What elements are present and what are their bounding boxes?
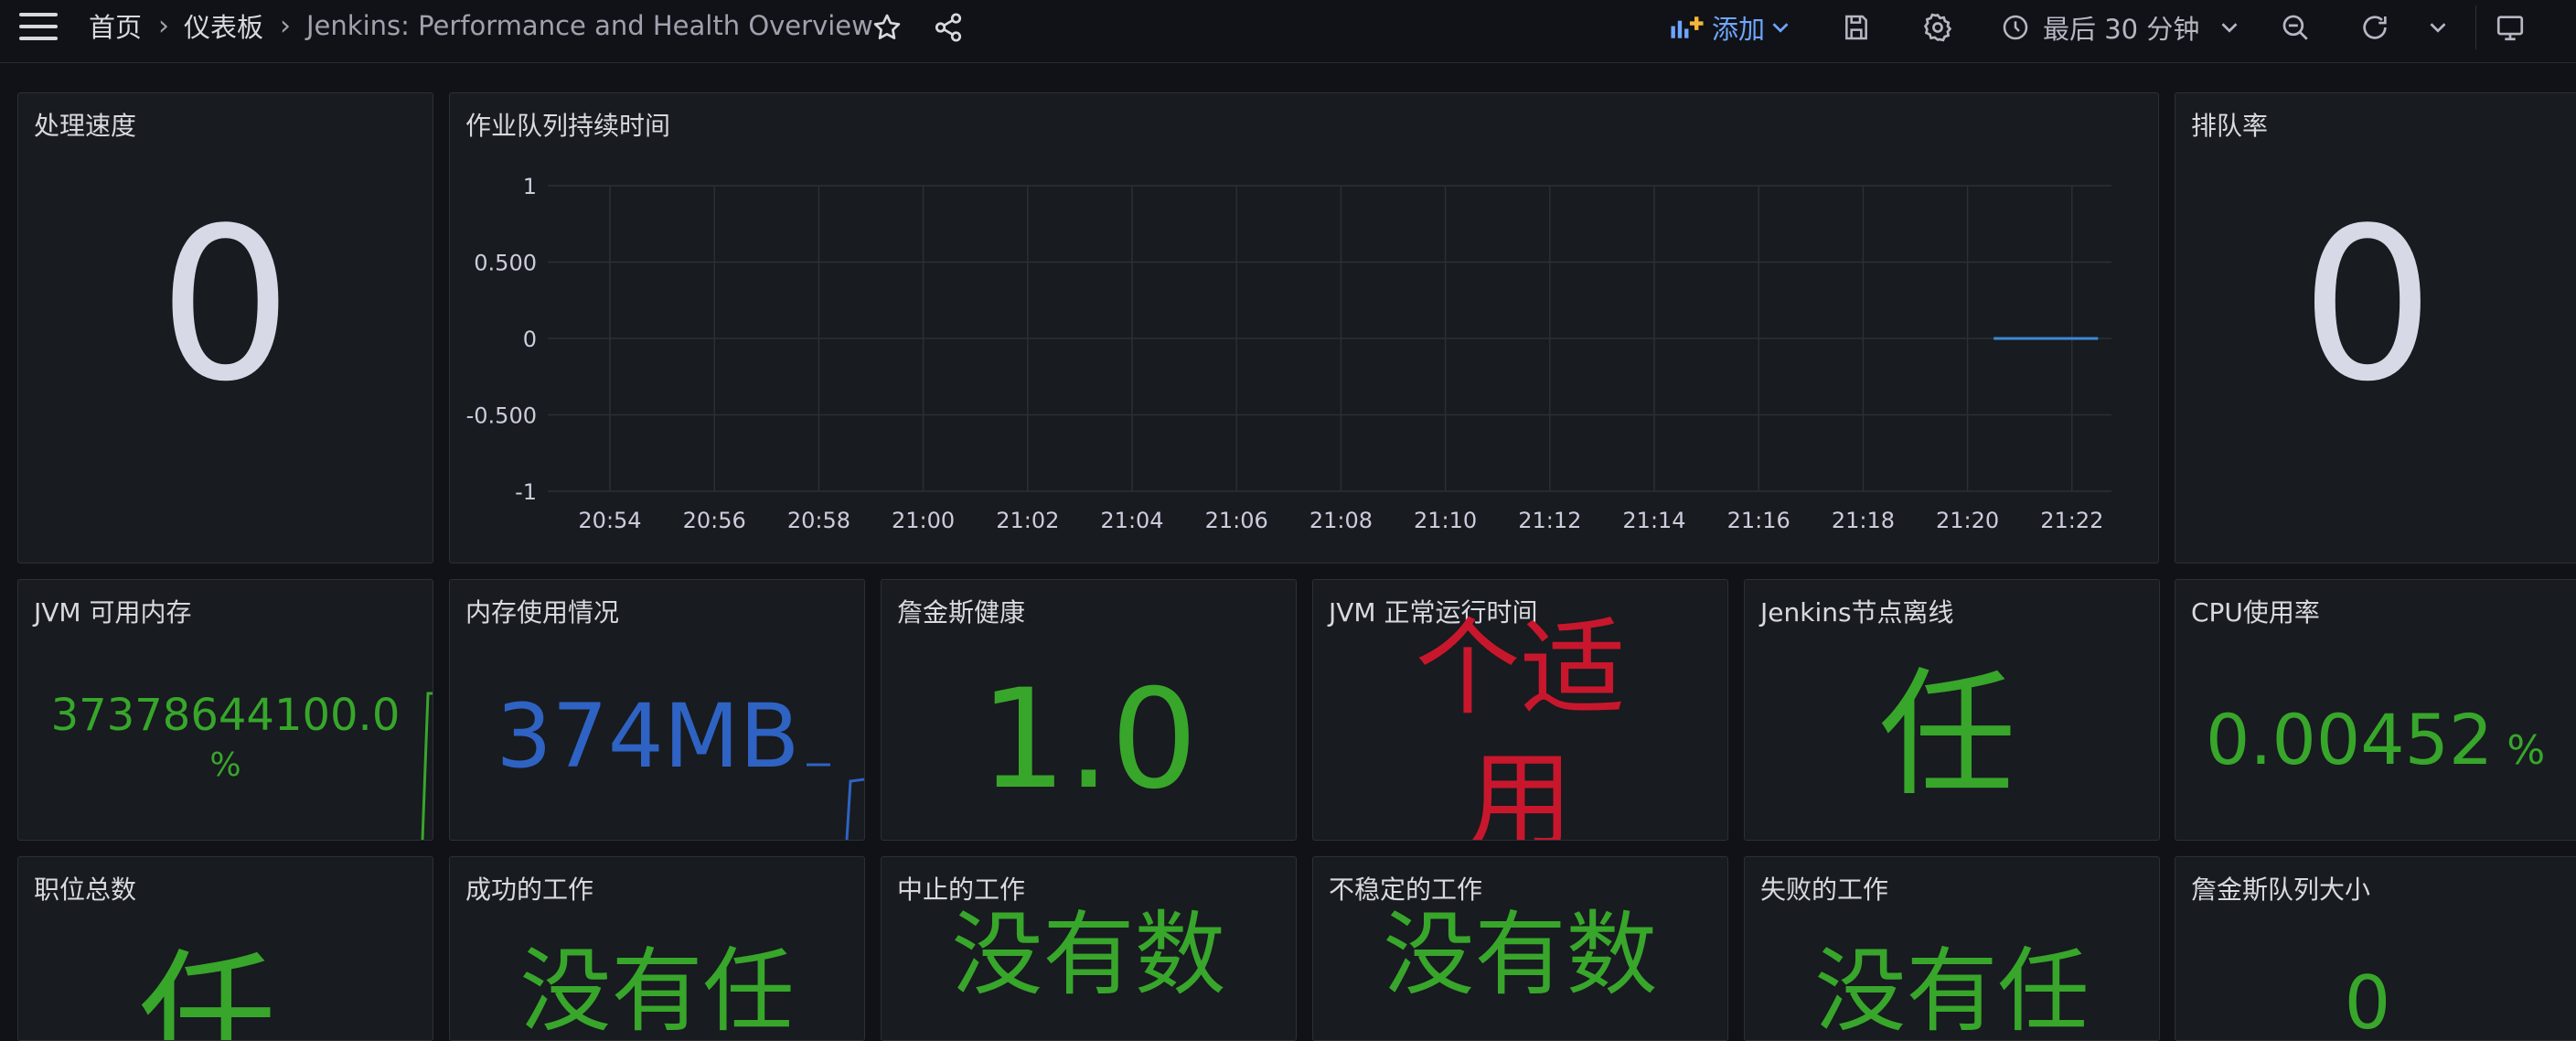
panel-memory-usage[interactable]: 内存使用情况 374MB xyxy=(449,579,865,841)
stat-value: 1.0 xyxy=(979,660,1198,820)
panel-queue-size[interactable]: 詹金斯队列大小 0 xyxy=(2175,856,2576,1041)
y-tick-label: 0.500 xyxy=(474,251,537,276)
menu-icon[interactable] xyxy=(18,13,59,40)
zoom-out-icon[interactable] xyxy=(2275,7,2315,48)
x-tick-label: 21:02 xyxy=(996,508,1059,533)
y-tick-label: -1 xyxy=(515,479,537,505)
stat-value: 0 xyxy=(2300,184,2435,428)
time-series-chart: 1 0.500 0 -0.500 -1 20:54 20:56 20:58 21:00 21:02… xyxy=(466,174,2111,533)
panel-jobs-success[interactable]: 成功的工作 没有任 xyxy=(449,856,865,1041)
x-tick-label: 20:58 xyxy=(787,508,850,533)
stat-value-line1: 个适 xyxy=(1415,607,1626,730)
stat-value: 0.00452 xyxy=(2206,699,2494,780)
chevron-right-icon: › xyxy=(158,9,169,42)
chevron-down-icon xyxy=(2221,23,2238,33)
stat-value: 没有数 xyxy=(1383,901,1658,1008)
panel-title: 詹金斯健康 xyxy=(897,597,1026,628)
top-navbar: 首页 › 仪表板 › Jenkins: Performance and Heal… xyxy=(0,0,2576,63)
panel-processing-speed[interactable]: 处理速度 0 xyxy=(17,92,433,563)
stat-value: 37378644100.0 xyxy=(50,690,401,741)
stat-value-group: 0.00452 % xyxy=(2206,699,2545,780)
gear-icon[interactable] xyxy=(1918,7,1958,48)
add-label: 添加 xyxy=(1712,14,1766,45)
stat-value: 没有任 xyxy=(1814,938,2090,1041)
y-tick-label: -0.500 xyxy=(466,403,537,429)
panel-nodes-offline[interactable]: Jenkins节点离线 任 xyxy=(1744,579,2160,841)
breadcrumb-dashboards[interactable]: 仪表板 xyxy=(184,7,263,44)
stat-value-line2: 用 xyxy=(1467,740,1573,841)
panel-jobs-failed[interactable]: 失败的工作 没有任 xyxy=(1744,856,2160,1041)
x-tick-label: 21:10 xyxy=(1414,508,1477,533)
panel-title: 詹金斯队列大小 xyxy=(2191,875,2371,905)
page-title: Jenkins: Performance and Health Overview xyxy=(306,10,873,41)
chevron-down-icon[interactable] xyxy=(2418,7,2458,48)
toolbar-divider xyxy=(2475,5,2476,49)
y-tick-label: 1 xyxy=(523,174,537,199)
breadcrumb-home[interactable]: 首页 xyxy=(89,7,142,44)
stat-value: 没有任 xyxy=(519,938,795,1041)
panel-title: 处理速度 xyxy=(34,111,137,141)
panel-queue-rate[interactable]: 排队率 0 xyxy=(2175,92,2576,563)
star-icon[interactable] xyxy=(867,7,907,48)
panel-title: 内存使用情况 xyxy=(465,597,620,628)
stat-unit: % xyxy=(2507,727,2546,774)
time-range-picker[interactable]: 最后 30 分钟 xyxy=(2001,7,2238,48)
stat-value: 没有数 xyxy=(951,901,1226,1008)
y-tick-label: 0 xyxy=(523,327,537,352)
x-tick-label: 21:08 xyxy=(1309,508,1373,533)
panel-title: CPU使用率 xyxy=(2191,597,2320,628)
x-tick-label: 21:06 xyxy=(1205,508,1268,533)
panel-title: Jenkins节点离线 xyxy=(1760,593,1961,629)
panel-jenkins-health[interactable]: 詹金斯健康 1.0 xyxy=(881,579,1297,841)
panel-title: 排队率 xyxy=(2191,111,2269,141)
panel-title: 职位总数 xyxy=(34,870,144,907)
x-tick-label: 20:56 xyxy=(683,508,746,533)
panel-title: 失败的工作 xyxy=(1760,875,1889,905)
chevron-right-icon: › xyxy=(280,9,291,42)
add-chart-icon xyxy=(1671,16,1704,38)
panel-title: 成功的工作 xyxy=(465,875,594,905)
x-tick-label: 21:20 xyxy=(1936,508,1999,533)
x-tick-label: 20:54 xyxy=(578,508,641,533)
share-icon[interactable] xyxy=(928,7,968,48)
x-tick-label: 21:12 xyxy=(1518,508,1581,533)
panel-jvm-free-memory[interactable]: JVM 可用内存 37378644100.0 % xyxy=(17,579,433,841)
chevron-down-icon xyxy=(1772,23,1789,33)
add-panel-button[interactable]: 添加 xyxy=(1670,7,1789,48)
time-range-label: 最后 30 分钟 xyxy=(2043,14,2200,45)
panel-jobs-total[interactable]: 职位总数 任 xyxy=(17,856,433,1041)
stat-value: 0 xyxy=(158,184,293,428)
panel-jobs-aborted[interactable]: 中止的工作 没有数 xyxy=(881,856,1297,1041)
panel-title: JVM 可用内存 xyxy=(34,597,192,628)
sparkline xyxy=(421,692,433,840)
x-tick-label: 21:16 xyxy=(1727,508,1790,533)
save-icon[interactable] xyxy=(1836,7,1876,48)
sparkline xyxy=(807,763,864,840)
panel-jvm-uptime[interactable]: JVM 正常运行时间 个适 用 xyxy=(1312,579,1728,841)
stat-value: 任 xyxy=(1878,656,2016,815)
panel-queue-duration[interactable]: 作业队列持续时间 1 0.500 0 -0.500 -1 20:54 20:56 20:58 2… xyxy=(449,92,2159,563)
panel-jobs-unstable[interactable]: 不稳定的工作 没有数 xyxy=(1312,856,1728,1041)
stat-value: 374MB xyxy=(496,685,800,788)
stat-value: 0 xyxy=(2344,961,2391,1041)
refresh-icon[interactable] xyxy=(2355,7,2395,48)
x-tick-label: 21:22 xyxy=(2040,508,2103,533)
x-tick-label: 21:04 xyxy=(1100,508,1163,533)
panel-cpu-usage[interactable]: CPU使用率 0.00452 % xyxy=(2175,579,2576,841)
stat-unit: % xyxy=(209,746,241,784)
stat-value: 任 xyxy=(138,938,276,1041)
tv-mode-icon[interactable] xyxy=(2490,7,2530,48)
x-tick-label: 21:00 xyxy=(892,508,955,533)
clock-icon xyxy=(2003,15,2028,40)
x-tick-label: 21:14 xyxy=(1622,508,1685,533)
x-tick-label: 21:18 xyxy=(1832,508,1895,533)
